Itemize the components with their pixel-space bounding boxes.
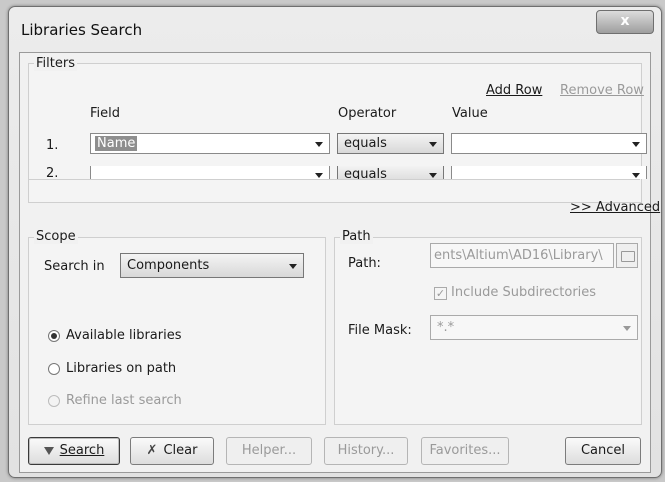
include-subdirectories-label[interactable]: Include Subdirectories: [451, 285, 596, 300]
clear-filter-icon: ✗: [146, 443, 158, 458]
operator-column-header: Operator: [338, 106, 397, 121]
window-title: Libraries Search: [21, 21, 143, 39]
remove-row-link[interactable]: Remove Row: [560, 83, 644, 98]
folder-icon: [621, 251, 635, 262]
row1-operator-select[interactable]: equals: [337, 133, 444, 154]
chevron-down-icon: [315, 173, 323, 178]
row1-field-select[interactable]: Name: [90, 133, 330, 154]
libraries-on-path-label[interactable]: Libraries on path: [66, 361, 176, 376]
path-input[interactable]: ents\Altium\AD16\Library\: [430, 243, 614, 268]
close-button[interactable]: x: [596, 10, 654, 34]
include-subdirectories-checkbox[interactable]: ✓: [434, 287, 447, 300]
refine-last-search-label[interactable]: Refine last search: [66, 393, 182, 408]
add-row-link[interactable]: Add Row: [486, 83, 542, 98]
path-group-label: Path: [340, 229, 373, 244]
path-value: ents\Altium\AD16\Library\: [434, 248, 603, 263]
search-button-label: Search: [59, 443, 105, 458]
row2-field-select[interactable]: [90, 166, 330, 179]
row1-value-select[interactable]: [451, 133, 647, 154]
search-in-value: Components: [127, 258, 210, 273]
scope-label: Scope: [34, 229, 78, 244]
available-libraries-label[interactable]: Available libraries: [66, 328, 182, 343]
chevron-down-icon: [632, 173, 640, 178]
filter-icon: [43, 446, 54, 455]
history-button[interactable]: History...: [324, 437, 408, 465]
row2-value-select[interactable]: [451, 166, 647, 179]
file-mask-select[interactable]: *.*: [430, 315, 638, 340]
chevron-down-icon: [623, 326, 631, 331]
file-mask-label: File Mask:: [348, 323, 412, 338]
libraries-on-path-radio[interactable]: [48, 363, 60, 375]
browse-folder-button[interactable]: [616, 243, 638, 268]
search-button[interactable]: Search: [28, 437, 120, 465]
cancel-button[interactable]: Cancel: [565, 437, 641, 465]
file-mask-value: *.*: [437, 320, 455, 335]
libraries-search-dialog: Libraries Search x Filters Add Row Remov…: [8, 6, 662, 478]
clear-button-label: Clear: [163, 443, 198, 458]
row-index: 1.: [46, 138, 59, 153]
available-libraries-radio[interactable]: [48, 330, 60, 342]
advanced-link[interactable]: >> Advanced: [570, 200, 660, 215]
row2-operator-value: equals: [344, 167, 387, 179]
path-label: Path:: [348, 256, 381, 271]
row1-operator-value: equals: [344, 136, 387, 151]
chevron-down-icon: [632, 142, 640, 147]
filters-divider: [29, 179, 640, 180]
helper-button[interactable]: Helper...: [226, 437, 312, 465]
filters-label: Filters: [34, 56, 77, 71]
clear-button[interactable]: ✗ Clear: [130, 437, 214, 465]
refine-last-search-radio[interactable]: [48, 395, 60, 407]
value-column-header: Value: [452, 106, 488, 121]
chevron-down-icon: [429, 173, 437, 178]
row-index: 2.: [46, 166, 59, 179]
filter-row-2: 2. equals: [20, 166, 650, 179]
row2-operator-select[interactable]: equals: [337, 166, 444, 179]
dialog-body: Filters Add Row Remove Row Field Operato…: [19, 52, 660, 473]
chevron-down-icon: [429, 142, 437, 147]
chevron-down-icon: [315, 142, 323, 147]
search-in-label: Search in: [44, 259, 105, 274]
search-in-select[interactable]: Components: [120, 253, 304, 278]
field-column-header: Field: [90, 106, 121, 121]
chevron-down-icon: [289, 264, 297, 269]
favorites-button[interactable]: Favorites...: [421, 437, 509, 465]
row1-field-value: Name: [95, 136, 138, 151]
